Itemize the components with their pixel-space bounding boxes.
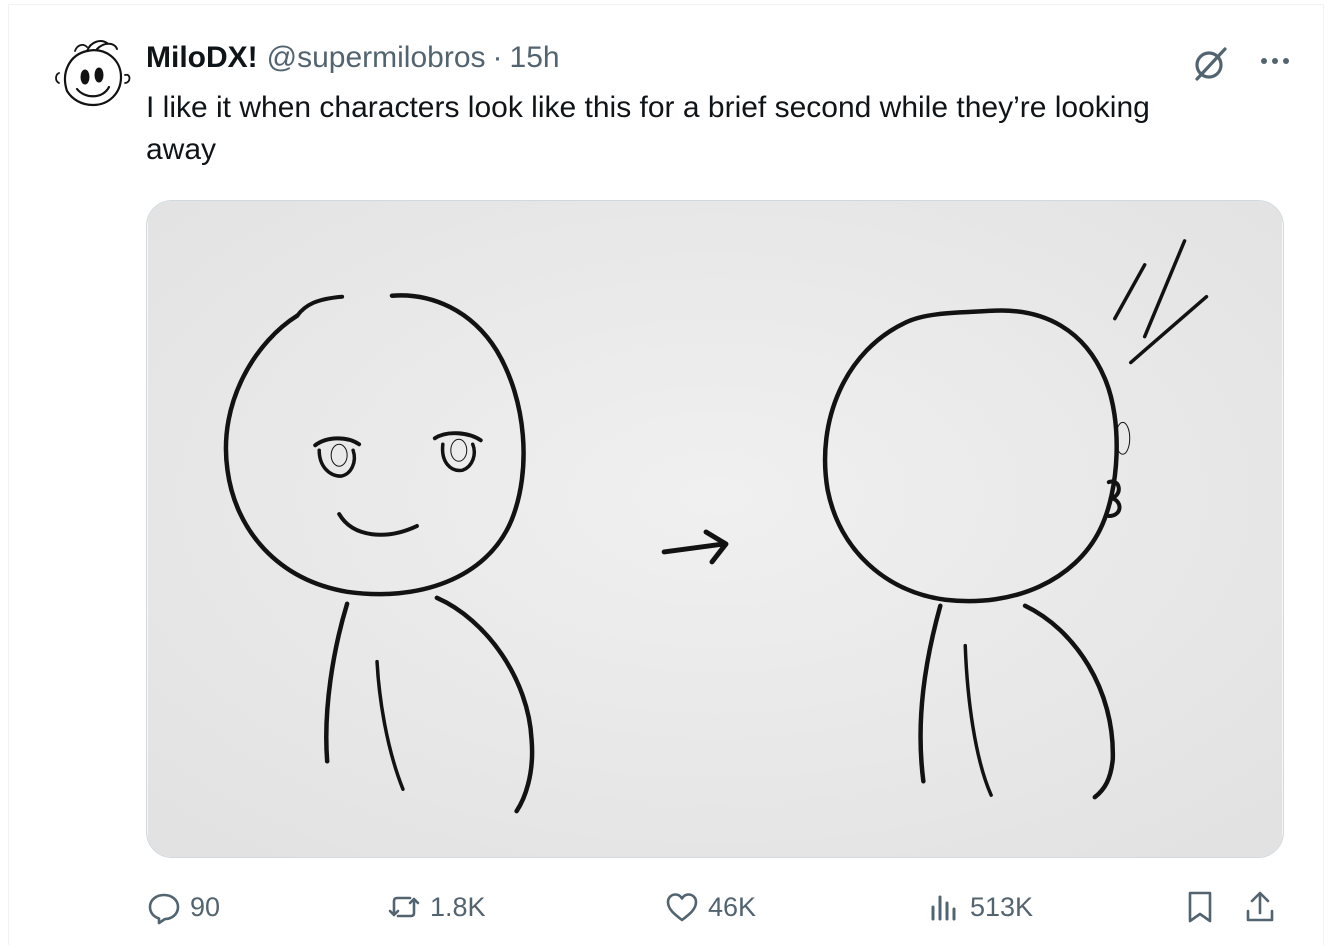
- bookmark-icon[interactable]: [1182, 889, 1218, 925]
- heart-icon: [666, 893, 698, 922]
- post-header: MiloDX! @supermilobros · 15h: [146, 39, 560, 77]
- repost-button[interactable]: 1.8K: [386, 883, 486, 931]
- post-actions-bar: 90 1.8K 46K 513K: [146, 883, 1284, 931]
- share-icon[interactable]: [1242, 889, 1278, 925]
- post-card[interactable]: MiloDX! @supermilobros · 15h I like it w…: [8, 4, 1324, 945]
- repost-count: 1.8K: [430, 891, 486, 922]
- author-avatar[interactable]: [47, 33, 137, 123]
- post-timestamp[interactable]: 15h: [510, 39, 560, 77]
- more-horizontal-icon[interactable]: [1257, 43, 1293, 79]
- reply-count: 90: [190, 891, 221, 922]
- views-button[interactable]: 513K: [926, 883, 1033, 931]
- views-count: 513K: [970, 891, 1034, 922]
- like-button[interactable]: 46K: [664, 883, 756, 931]
- reply-button[interactable]: 90: [146, 883, 220, 931]
- header-separator: ·: [492, 41, 503, 74]
- like-count: 46K: [708, 891, 757, 922]
- avatar-cartoon-icon: [55, 40, 131, 107]
- repost-icon: [388, 896, 420, 918]
- post-text: I like it when characters look like this…: [146, 91, 1150, 166]
- author-handle[interactable]: @supermilobros: [267, 39, 486, 77]
- post-media-image[interactable]: [146, 200, 1284, 858]
- grok-icon[interactable]: [1189, 43, 1231, 85]
- author-name[interactable]: MiloDX!: [146, 39, 258, 77]
- stick-figure-drawing: [147, 201, 1283, 857]
- analytics-icon: [931, 895, 956, 921]
- reply-icon: [148, 893, 180, 925]
